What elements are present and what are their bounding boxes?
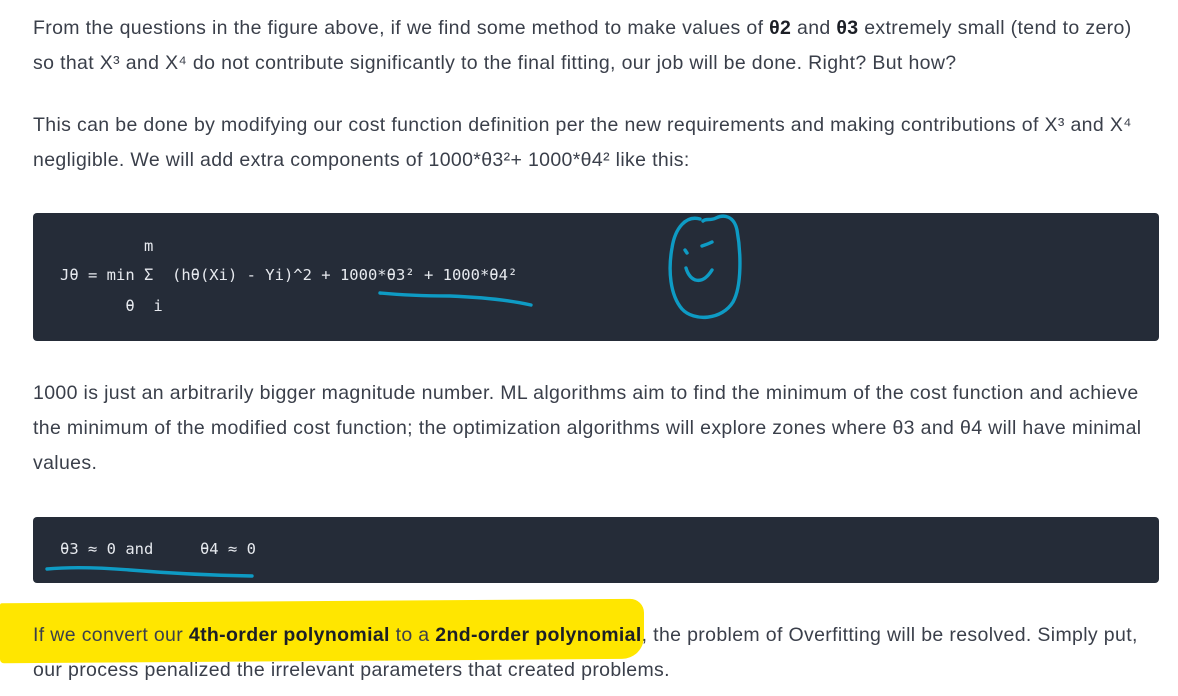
- paragraph-2: This can be done by modifying our cost f…: [33, 114, 1132, 171]
- p4-bold-2nd-order: 2nd-order polynomial: [435, 624, 642, 646]
- paragraph-1: From the questions in the figure above, …: [33, 11, 1158, 81]
- paragraph-4: If we convert our 4th-order polynomial t…: [33, 618, 1158, 688]
- code-line-3: θ i: [60, 297, 163, 315]
- code-line-2: Jθ = min Σ (hθ(Xi) - Yi)^2 + 1000*θ3² + …: [60, 260, 517, 290]
- code-line-2-a: Jθ = min Σ (hθ(Xi) - Yi)^2 +: [60, 266, 340, 284]
- code-block-cost-function: m Jθ = min Σ (hθ(Xi) - Yi)^2 + 1000*θ3² …: [33, 213, 1159, 341]
- paragraph-3: 1000 is just an arbitrarily bigger magni…: [33, 382, 1142, 474]
- p4-text-2: to a: [389, 624, 436, 646]
- p1-bold-theta3: θ3: [836, 17, 859, 39]
- ink-annotations: [45, 214, 742, 578]
- p1-bold-theta2: θ2: [769, 17, 792, 39]
- code2-line-1: θ3 ≈ 0 and θ4 ≈ 0: [60, 540, 256, 558]
- code-line-2-c: + 1000*θ4²: [414, 266, 518, 284]
- p4-text-1: If we convert our: [33, 624, 189, 646]
- code-block-theta-approx: θ3 ≈ 0 and θ4 ≈ 0: [33, 517, 1159, 583]
- p4-bold-4th-order: 4th-order polynomial: [188, 624, 390, 646]
- p1-text-2: and: [791, 17, 837, 39]
- code-line-1: m: [60, 237, 154, 255]
- p1-text-1: From the questions in the figure above, …: [33, 17, 770, 39]
- code-line-2-b: 1000*θ3²: [339, 266, 415, 284]
